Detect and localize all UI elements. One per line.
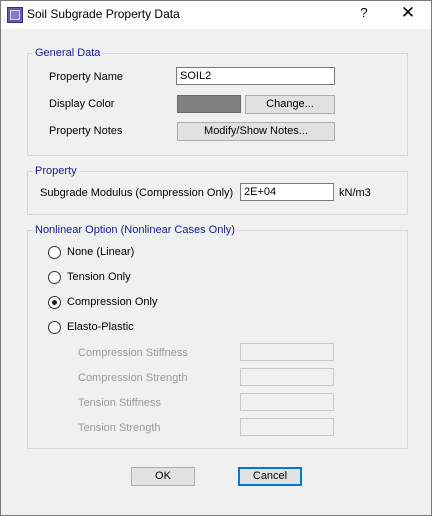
dialog-window: Soil Subgrade Property Data ? ✕ General … <box>0 0 432 516</box>
window-title: Soil Subgrade Property Data <box>27 7 180 21</box>
property-name-input[interactable] <box>176 67 335 85</box>
change-color-button[interactable]: Change... <box>245 95 335 114</box>
compression-stiffness-label: Compression Stiffness <box>78 347 188 359</box>
display-color-label: Display Color <box>49 98 115 110</box>
help-button[interactable]: ? <box>357 5 371 20</box>
subgrade-modulus-unit: kN/m3 <box>339 187 371 199</box>
radio-none-linear[interactable] <box>48 246 61 259</box>
close-icon[interactable]: ✕ <box>397 3 419 23</box>
radio-elasto-plastic-label[interactable]: Elasto-Plastic <box>67 320 134 334</box>
radio-compression-only-label[interactable]: Compression Only <box>67 295 157 309</box>
tension-strength-input[interactable] <box>240 418 334 436</box>
radio-tension-only-label[interactable]: Tension Only <box>67 270 131 284</box>
title-bar: Soil Subgrade Property Data ? ✕ <box>1 1 431 29</box>
compression-stiffness-input[interactable] <box>240 343 334 361</box>
modify-show-notes-button[interactable]: Modify/Show Notes... <box>177 122 335 141</box>
nonlinear-option-legend: Nonlinear Option (Nonlinear Cases Only) <box>33 223 237 237</box>
property-notes-label: Property Notes <box>49 125 123 137</box>
subgrade-modulus-input[interactable] <box>240 183 334 201</box>
property-name-label: Property Name <box>49 71 123 83</box>
tension-stiffness-label: Tension Stiffness <box>78 397 161 409</box>
general-data-legend: General Data <box>33 46 103 60</box>
subgrade-modulus-label: Subgrade Modulus (Compression Only) <box>40 187 234 199</box>
radio-elasto-plastic[interactable] <box>48 321 61 334</box>
ok-button[interactable]: OK <box>131 467 195 486</box>
compression-strength-label: Compression Strength <box>78 372 188 384</box>
radio-tension-only[interactable] <box>48 271 61 284</box>
app-icon <box>7 7 23 23</box>
tension-strength-label: Tension Strength <box>78 422 161 434</box>
radio-none-linear-label[interactable]: None (Linear) <box>67 245 134 259</box>
property-legend: Property <box>33 164 79 178</box>
nonlinear-option-group <box>27 230 408 449</box>
cancel-button[interactable]: Cancel <box>238 467 302 486</box>
compression-strength-input[interactable] <box>240 368 334 386</box>
display-color-swatch <box>177 95 241 113</box>
tension-stiffness-input[interactable] <box>240 393 334 411</box>
radio-compression-only[interactable] <box>48 296 61 309</box>
